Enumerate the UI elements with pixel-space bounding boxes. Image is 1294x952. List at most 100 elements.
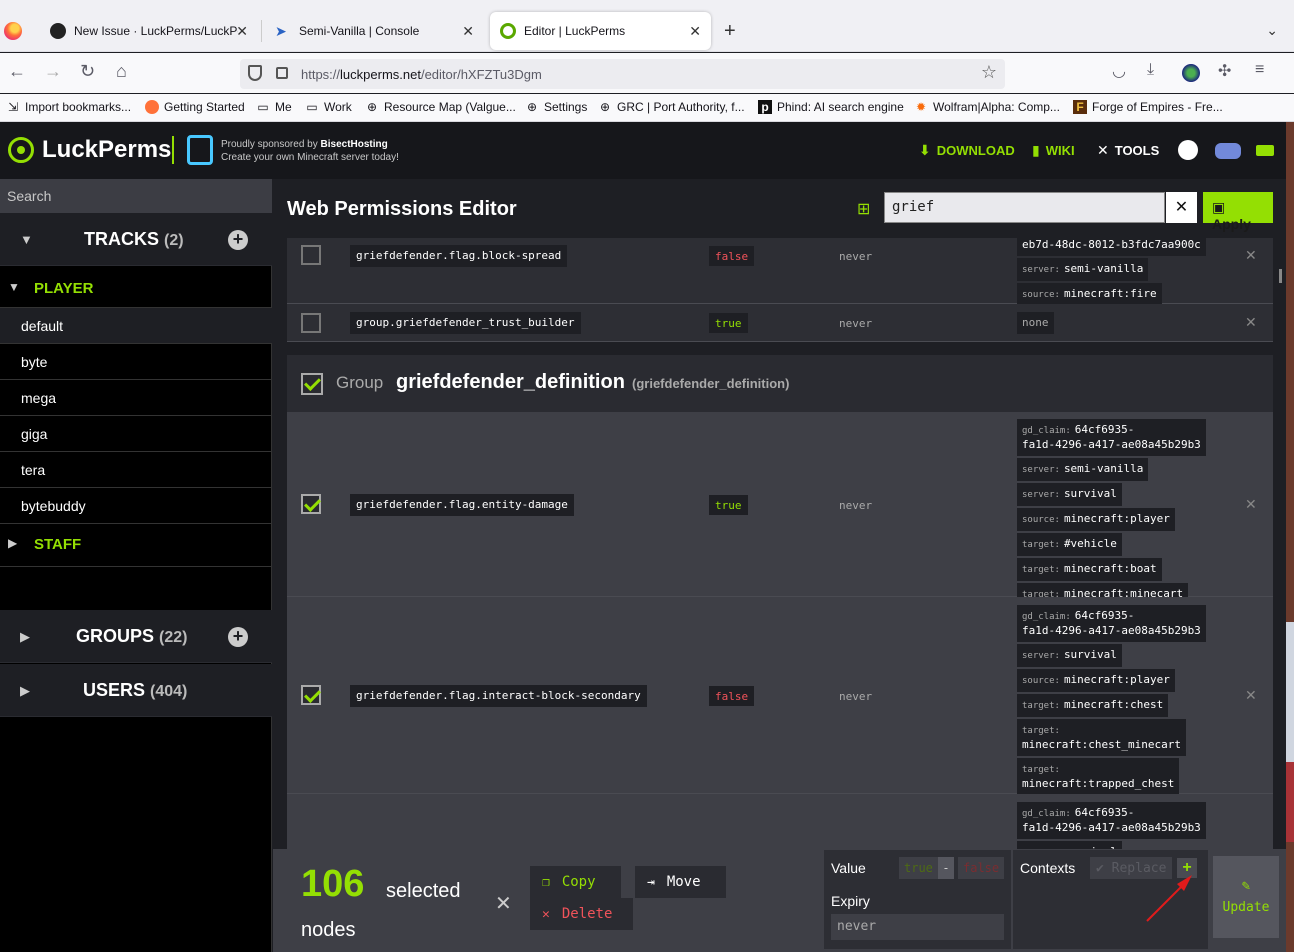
bookmark-resource-map[interactable]: ⊕ Resource Map (Valgue...	[365, 100, 516, 114]
clear-filter-button[interactable]: ✕	[1166, 192, 1197, 223]
filter-input[interactable]: grief	[884, 192, 1165, 223]
reload-icon[interactable]: ↻	[80, 61, 95, 82]
value-toggle[interactable]: false	[709, 686, 755, 706]
context-tag[interactable]: target: minecraft:chest_minecart	[1017, 719, 1186, 756]
tree-view-icon[interactable]: ⊞	[857, 199, 870, 219]
github-icon[interactable]	[1178, 140, 1198, 160]
bookmark-me[interactable]: ▭ Me	[256, 100, 291, 114]
bookmark-settings[interactable]: ⊕ Settings	[525, 100, 587, 114]
row-checkbox[interactable]	[301, 313, 321, 333]
firefox-icon[interactable]	[4, 22, 22, 40]
context-tag[interactable]: gd_claim: 64cf6935- fa1d-4296-a417-ae08a45…	[1017, 802, 1206, 839]
apply-button[interactable]: ▣ Apply	[1203, 192, 1273, 232]
expiry-value[interactable]: never	[839, 690, 872, 703]
url-text[interactable]: https://luckperms.net/editor/hXFZTu3Dgm	[301, 67, 542, 82]
context-tag[interactable]: server: semi-vanilla	[1017, 458, 1149, 481]
bisecthosting-logo-icon[interactable]	[187, 135, 213, 165]
permission-node[interactable]: group.griefdefender_trust_builder	[350, 312, 581, 334]
tab-console[interactable]: ➤ Semi-Vanilla | Console ✕	[265, 12, 484, 50]
delete-node-icon[interactable]: ✕	[1245, 687, 1257, 704]
sidebar-section-groups[interactable]: ▶ GROUPS (22) +	[0, 610, 272, 663]
url-bar[interactable]: https://luckperms.net/editor/hXFZTu3Dgm …	[240, 59, 1005, 89]
download-icon[interactable]: ⤓	[1147, 61, 1154, 79]
move-button[interactable]: ⇥ Move	[635, 866, 726, 898]
extensions-icon[interactable]: ✣	[1218, 61, 1231, 81]
track-staff[interactable]: ▶ STAFF	[0, 524, 272, 567]
sidebar-section-tracks[interactable]: ▼ TRACKS (2) +	[0, 213, 272, 266]
close-icon[interactable]: ✕	[236, 23, 248, 40]
sidebar-item-bytebuddy[interactable]: bytebuddy	[0, 488, 272, 524]
value-toggle[interactable]: true	[709, 313, 748, 333]
close-icon[interactable]: ✕	[462, 23, 474, 40]
expiry-input[interactable]: never	[831, 914, 1004, 940]
sidebar-section-users[interactable]: ▶ USERS (404)	[0, 664, 272, 717]
delete-button[interactable]: ✕ Delete	[530, 898, 633, 930]
sponsor-text[interactable]: Proudly sponsored by BisectHosting Creat…	[221, 138, 399, 164]
value-true-button[interactable]: true	[899, 857, 938, 879]
nav-download[interactable]: ⬇ DOWNLOAD	[919, 142, 1015, 159]
sidebar-item-byte[interactable]: byte	[0, 344, 272, 380]
context-tag[interactable]: server: semi-vanilla	[1017, 258, 1149, 281]
context-tag[interactable]: target: #vehicle	[1017, 533, 1122, 556]
bookmark-grc[interactable]: ⊕ GRC | Port Authority, f...	[598, 100, 745, 114]
sidebar-item-default[interactable]: default	[0, 308, 272, 344]
row-checkbox[interactable]	[301, 245, 321, 265]
bookmark-work[interactable]: ▭ Work	[305, 100, 351, 114]
nav-wiki[interactable]: ▮ WIKI	[1032, 142, 1075, 159]
caret-right-icon[interactable]: ▶	[20, 683, 30, 699]
caret-down-icon[interactable]: ▼	[20, 232, 33, 247]
tab-editor[interactable]: Editor | LuckPerms ✕	[490, 12, 711, 50]
context-tag[interactable]: target: minecraft:chest	[1017, 694, 1169, 717]
value-toggle[interactable]: false	[709, 246, 755, 266]
table-row[interactable]: griefdefender.flag.entity-damage true ne…	[287, 412, 1273, 606]
row-checkbox[interactable]	[301, 494, 321, 514]
context-tag[interactable]: source: minecraft:player	[1017, 508, 1175, 531]
account-avatar[interactable]	[1182, 64, 1200, 82]
context-tag[interactable]: target: minecraft:trapped_chest	[1017, 758, 1180, 795]
group-checkbox[interactable]	[301, 373, 323, 395]
table-row[interactable]: griefdefender.flag.interact-block-second…	[287, 597, 1273, 795]
sidebar-item-tera[interactable]: tera	[0, 452, 272, 488]
permission-node[interactable]: griefdefender.flag.block-spread	[350, 245, 568, 267]
bookmark-wolfram[interactable]: ✹ Wolfram|Alpha: Comp...	[914, 100, 1060, 114]
sidebar-search-input[interactable]: Search	[0, 179, 272, 213]
context-none[interactable]: none	[1017, 312, 1054, 334]
table-row[interactable]: gd_claim: 64cf6935- fa1d-4296-a417-ae08a45…	[287, 794, 1273, 849]
discord-icon[interactable]	[1215, 143, 1241, 159]
context-tag[interactable]: target: minecraft:boat	[1017, 558, 1162, 581]
bookmark-phind[interactable]: p Phind: AI search engine	[758, 100, 904, 114]
add-group-icon[interactable]: +	[228, 627, 248, 647]
bookmark-getting-started[interactable]: Getting Started	[145, 100, 245, 114]
bookmark-forge-of-empires[interactable]: F Forge of Empires - Fre...	[1073, 100, 1223, 114]
copy-button[interactable]: ❐ Copy	[530, 866, 621, 898]
expiry-value[interactable]: never	[839, 499, 872, 512]
value-unset-button[interactable]: -	[938, 857, 954, 879]
star-icon[interactable]: ☆	[981, 62, 997, 83]
table-row[interactable]: group.griefdefender_trust_builder true n…	[287, 304, 1273, 342]
group-header[interactable]: Group griefdefender_definition (griefdef…	[287, 355, 1273, 412]
nav-tools[interactable]: ✕ TOOLS	[1097, 142, 1159, 159]
menu-icon[interactable]: ≡	[1255, 61, 1264, 79]
caret-right-icon[interactable]: ▶	[8, 536, 17, 550]
sidebar-item-mega[interactable]: mega	[0, 380, 272, 416]
delete-node-icon[interactable]: ✕	[1245, 247, 1257, 264]
caret-right-icon[interactable]: ▶	[20, 629, 30, 645]
close-icon[interactable]: ✕	[689, 23, 701, 40]
table-row[interactable]: griefdefender.flag.block-spread false ne…	[287, 234, 1273, 306]
track-player[interactable]: ▼ PLAYER	[0, 268, 272, 308]
value-toggle[interactable]: true	[709, 495, 748, 515]
home-icon[interactable]: ⌂	[116, 61, 127, 82]
new-tab-icon[interactable]: +	[724, 20, 736, 43]
expiry-value[interactable]: never	[839, 317, 872, 330]
context-tag[interactable]: gd_claim: 64cf6935- fa1d-4296-a417-ae08a45…	[1017, 605, 1206, 642]
context-tag[interactable]: server:survival	[1017, 841, 1122, 849]
context-tag[interactable]: server:survival	[1017, 483, 1122, 506]
clear-selection-icon[interactable]: ✕	[495, 891, 512, 916]
delete-node-icon[interactable]: ✕	[1245, 496, 1257, 513]
add-track-icon[interactable]: +	[228, 230, 248, 250]
tab-github-issue[interactable]: New Issue · LuckPerms/LuckPer ✕	[40, 12, 258, 50]
update-button[interactable]: ✎ Update	[1213, 856, 1279, 938]
context-tag[interactable]: server:survival	[1017, 644, 1122, 667]
row-checkbox[interactable]	[301, 685, 321, 705]
context-tag[interactable]: gd_claim: 64cf6935- fa1d-4296-a417-ae08a45…	[1017, 419, 1206, 456]
